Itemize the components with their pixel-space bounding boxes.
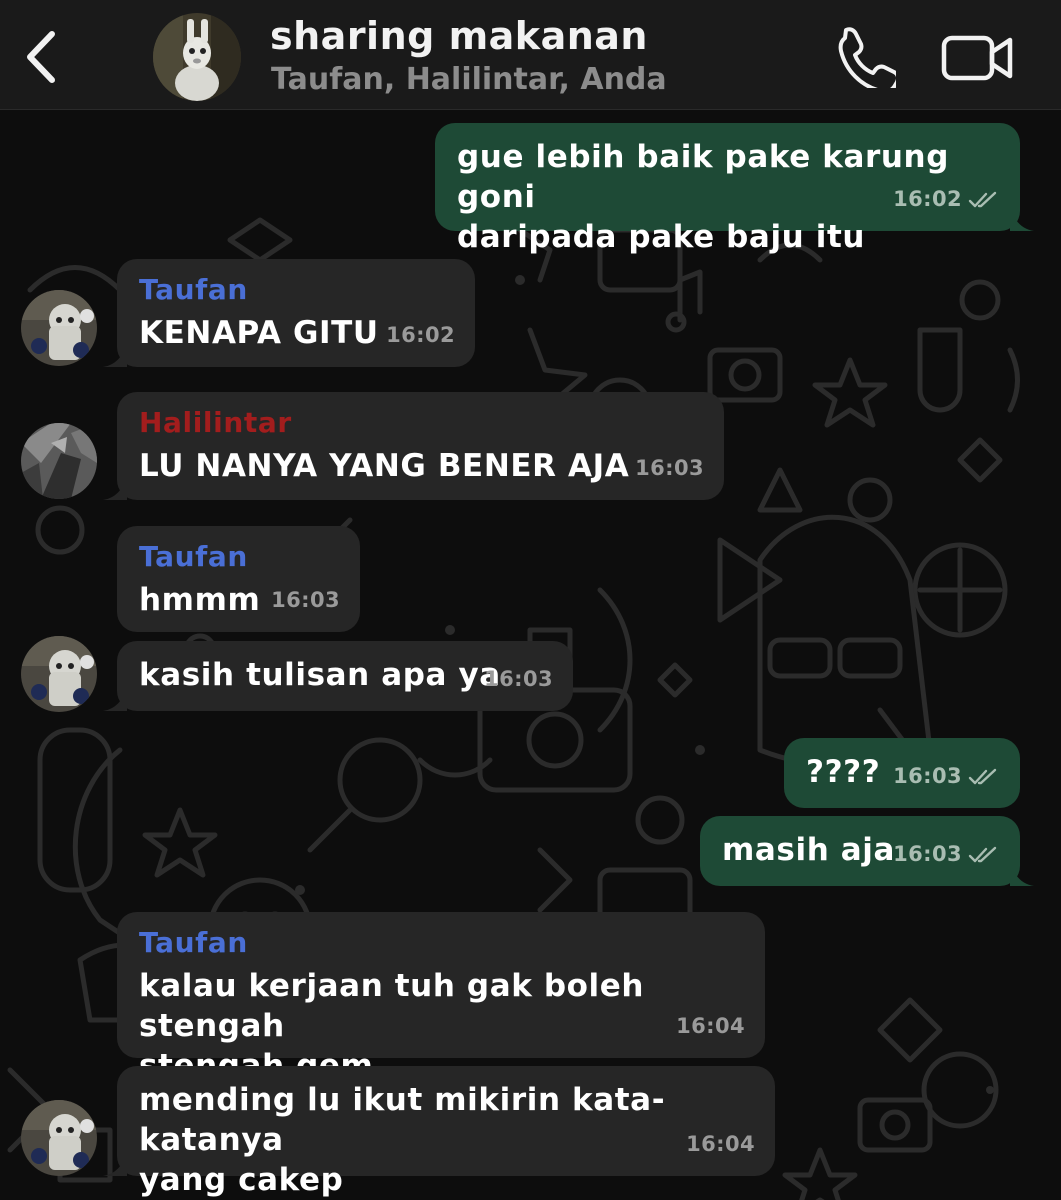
video-camera-icon — [941, 35, 1013, 81]
bubble-tail — [1010, 207, 1034, 231]
message-bubble-incoming[interactable]: kasih tulisan apa ya 16:03 — [103, 641, 573, 711]
double-check-icon — [968, 191, 997, 208]
message-text: mending lu ikut mikirin kata-katanya yan… — [139, 1082, 666, 1198]
avatar-taufan[interactable] — [21, 636, 97, 712]
bubble-tail — [103, 1152, 127, 1176]
message-bubble-outgoing[interactable]: ???? 16:03 — [784, 738, 1020, 808]
sender-name[interactable]: Taufan — [139, 926, 743, 960]
message-time: 16:03 — [271, 588, 340, 612]
avatar-taufan[interactable] — [21, 290, 97, 366]
message-text: masih aja — [722, 832, 896, 868]
chat-header: sharing makanan Taufan, Halilintar, Anda — [0, 0, 1061, 110]
message-bubble-incoming[interactable]: Taufan KENAPA GITU 16:02 — [103, 259, 475, 367]
bubble-tail — [103, 687, 127, 711]
avatar-taufan-image — [21, 1100, 97, 1176]
phone-icon — [838, 27, 900, 94]
bubble-tail — [103, 343, 127, 367]
message-time: 16:03 — [893, 834, 998, 874]
message-bubble-incoming[interactable]: mending lu ikut mikirin kata-katanya yan… — [103, 1066, 775, 1198]
group-avatar[interactable] — [153, 13, 241, 101]
chat-title[interactable]: sharing makanan — [270, 14, 648, 58]
avatar-halilintar[interactable] — [21, 423, 97, 499]
message-text: gue lebih baik pake karung goni daripada… — [457, 139, 950, 255]
sender-name[interactable]: Taufan — [139, 540, 338, 574]
message-text: LU NANYA YANG BENER AJA — [139, 448, 630, 484]
message-text: ???? — [806, 754, 881, 790]
message-text: kasih tulisan apa ya — [139, 657, 501, 693]
chat-screen: sharing makanan Taufan, Halilintar, Anda… — [0, 0, 1061, 1200]
group-avatar-image — [153, 13, 241, 101]
message-time: 16:03 — [484, 667, 553, 691]
message-bubble-outgoing[interactable]: gue lebih baik pake karung goni daripada… — [435, 123, 1034, 255]
sender-name[interactable]: Halilintar — [139, 406, 702, 440]
video-call-button[interactable] — [940, 30, 1016, 86]
avatar-taufan-image — [21, 290, 97, 366]
message-bubble-incoming[interactable]: Taufan kalau kerjaan tuh gak boleh steng… — [117, 912, 765, 1084]
chat-participants[interactable]: Taufan, Halilintar, Anda — [271, 62, 667, 97]
bubble-tail — [1010, 862, 1034, 886]
message-bubble-incoming[interactable]: Halilintar LU NANYA YANG BENER AJA 16:03 — [103, 392, 724, 500]
message-time: 16:02 — [893, 179, 998, 219]
message-time: 16:02 — [386, 323, 455, 347]
message-time: 16:04 — [676, 1014, 745, 1038]
message-time: 16:03 — [893, 756, 998, 796]
avatar-taufan-image — [21, 636, 97, 712]
message-bubble-outgoing[interactable]: masih aja 16:03 — [700, 816, 1034, 886]
message-time: 16:03 — [635, 456, 704, 480]
message-time: 16:04 — [686, 1132, 755, 1156]
double-check-icon — [968, 846, 997, 863]
message-text: hmmm — [139, 582, 261, 618]
back-button[interactable] — [18, 26, 66, 88]
chevron-left-icon — [27, 31, 55, 83]
message-text: KENAPA GITU — [139, 315, 379, 351]
double-check-icon — [968, 768, 997, 785]
avatar-taufan[interactable] — [21, 1100, 97, 1176]
avatar-halilintar-image — [21, 423, 97, 499]
sender-name[interactable]: Taufan — [139, 273, 453, 307]
message-bubble-incoming[interactable]: Taufan hmmm 16:03 — [117, 526, 360, 632]
bubble-tail — [103, 476, 127, 500]
voice-call-button[interactable] — [832, 24, 900, 94]
